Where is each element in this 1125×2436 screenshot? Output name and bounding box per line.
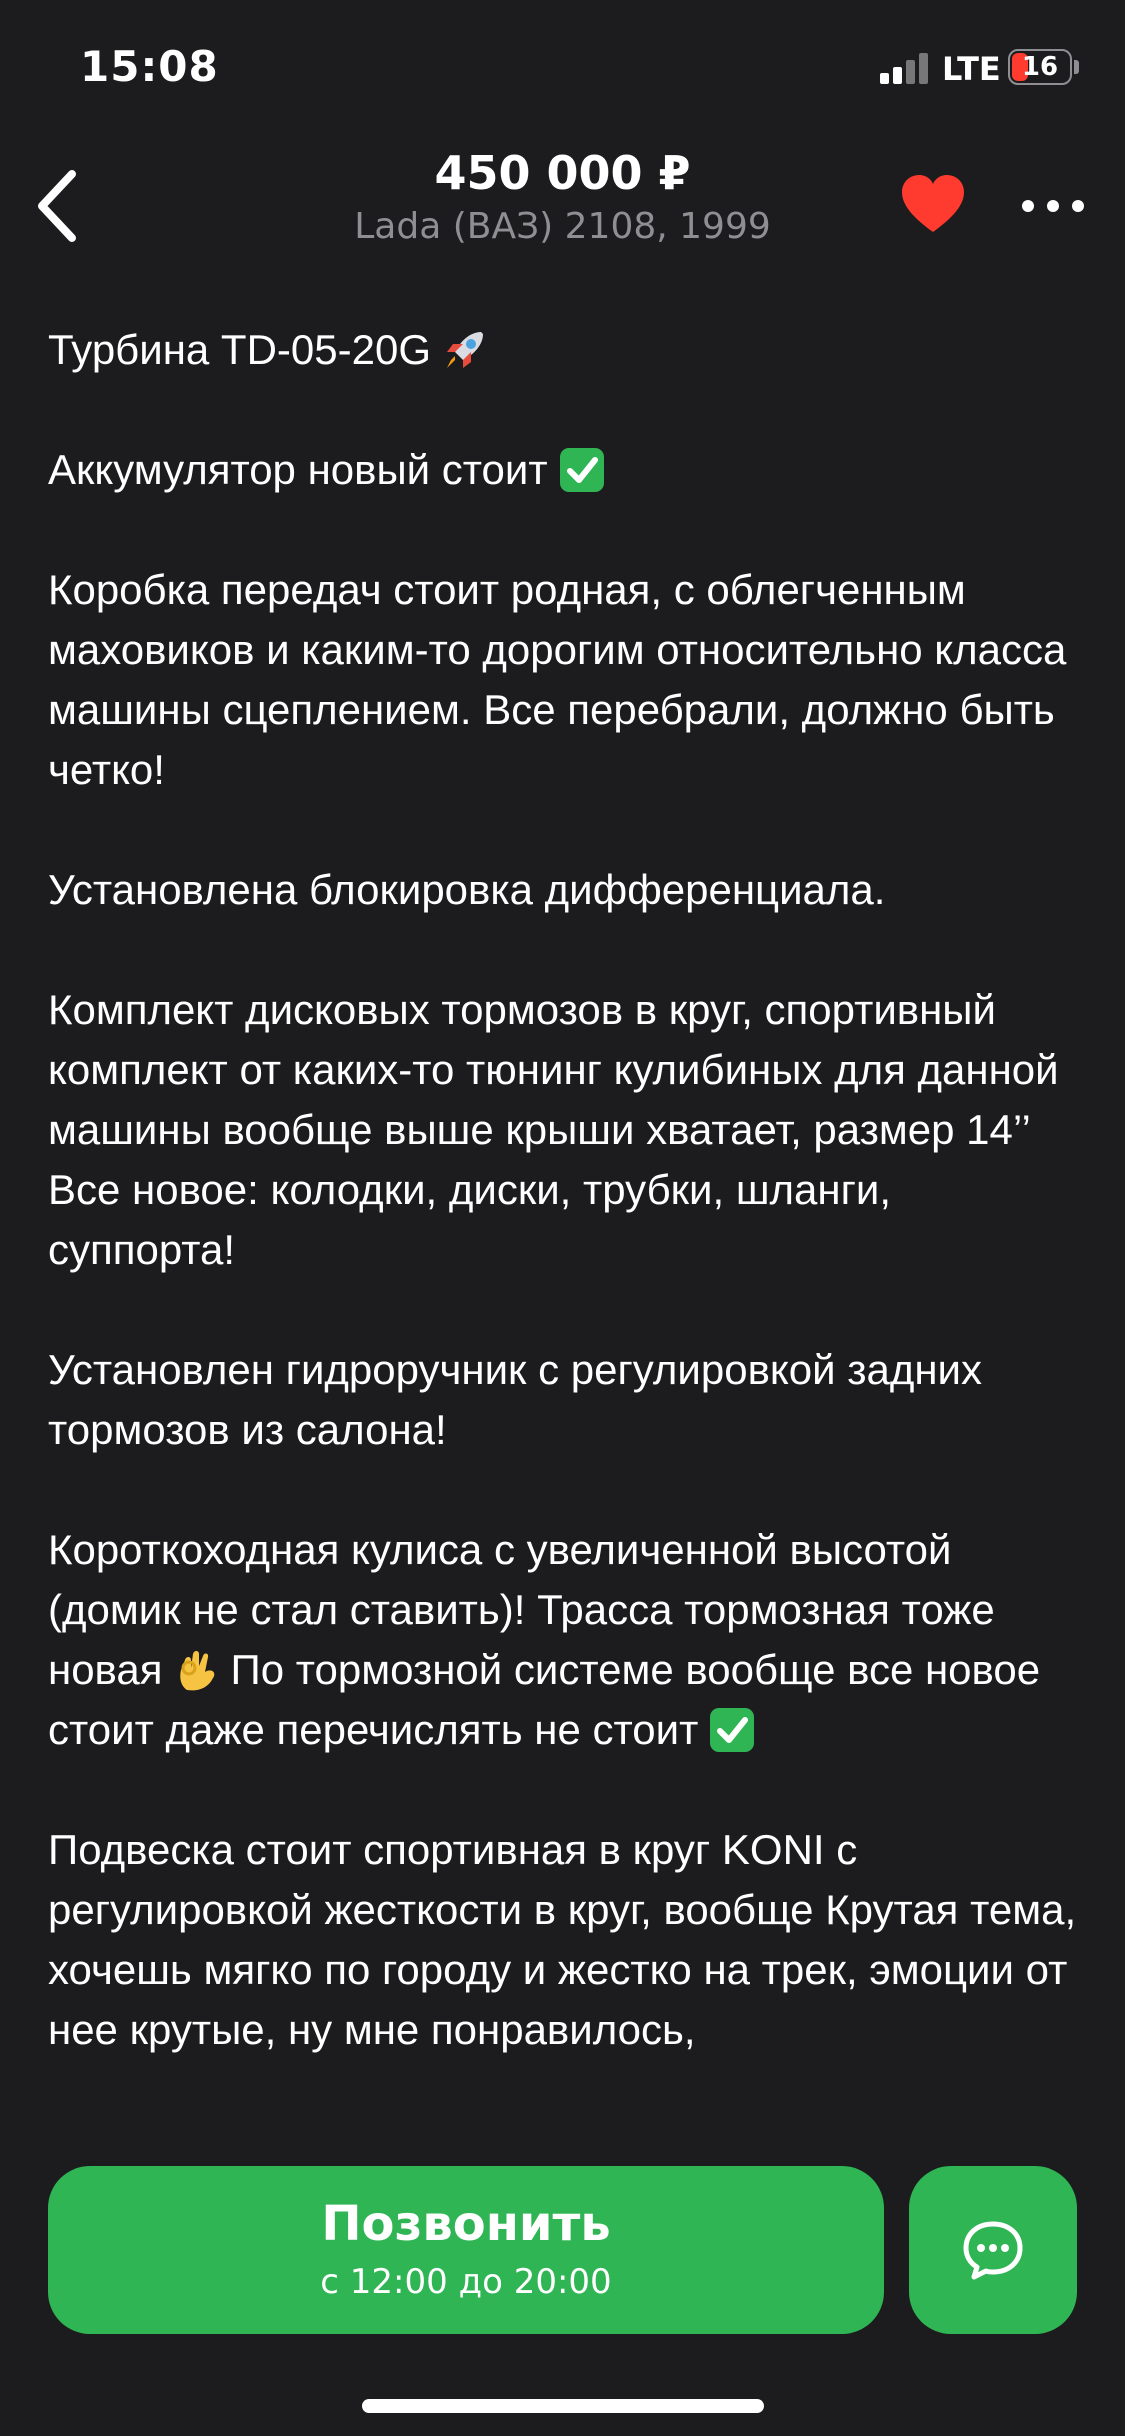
status-bar: 15:08 LTE 16: [0, 0, 1125, 140]
description-text: Турбина TD-05-20G: [48, 326, 431, 373]
chat-button[interactable]: [909, 2166, 1077, 2334]
description-text: Установлена блокировка дифференциала.: [48, 866, 886, 913]
description-text: Коробка передач стоит родная, с облегчен…: [48, 566, 1067, 793]
description-paragraph: Коробка передач стоит родная, с облегчен…: [48, 560, 1088, 800]
description-paragraph: Аккумулятор новый стоит: [48, 440, 1088, 500]
chat-bubble-icon: [963, 2221, 1023, 2280]
description-paragraph: Подвеска стоит спортивная в круг KONI с …: [48, 1820, 1088, 2060]
description-text: Комплект дисковых тормозов в круг, спорт…: [48, 986, 1059, 1153]
status-time: 15:08: [80, 42, 219, 91]
listing-description: Турбина TD-05-20G Аккумулятор новый стои…: [48, 320, 1088, 2120]
description-paragraph: Установлен гидроручник с регулировкой за…: [48, 1340, 1088, 1460]
call-button-label: Позвонить: [321, 2196, 611, 2252]
description-paragraph: Комплект дисковых тормозов в круг, спорт…: [48, 980, 1088, 1280]
check-mark-emoji-icon: [559, 448, 604, 492]
favorite-button[interactable]: [898, 170, 968, 240]
description-paragraph: Короткоходная кулиса с увеличенной высот…: [48, 1520, 1088, 1760]
network-type: LTE: [942, 50, 1001, 88]
nav-bar: 450 000 ₽ Lada (ВАЗ) 2108, 1999: [0, 140, 1125, 270]
heart-icon: [902, 175, 964, 232]
battery-cap: [1074, 60, 1079, 74]
description-paragraph: Установлена блокировка дифференциала.: [48, 860, 1088, 920]
more-button[interactable]: [1018, 176, 1088, 236]
description-text: Аккумулятор новый стоит: [48, 446, 548, 493]
call-button[interactable]: Позвонить с 12:00 до 20:00: [48, 2166, 884, 2334]
home-indicator[interactable]: [362, 2399, 764, 2413]
check-mark-emoji-icon: [710, 1708, 755, 1752]
description-text: Подвеска стоит спортивная в круг KONI с …: [48, 1826, 1077, 2053]
ok-hand-emoji-icon: [179, 1651, 214, 1691]
more-dots-icon: [1022, 200, 1084, 212]
description-text: Все новое: колодки, диски, трубки, шланг…: [48, 1166, 892, 1273]
battery-level: 16: [1021, 52, 1059, 82]
description-paragraph: Турбина TD-05-20G: [48, 320, 1088, 380]
call-hours: с 12:00 до 20:00: [320, 2262, 612, 2302]
cellular-signal-icon: [880, 52, 930, 84]
rocket-emoji-icon: [446, 332, 483, 368]
description-text: Установлен гидроручник с регулировкой за…: [48, 1346, 982, 1453]
